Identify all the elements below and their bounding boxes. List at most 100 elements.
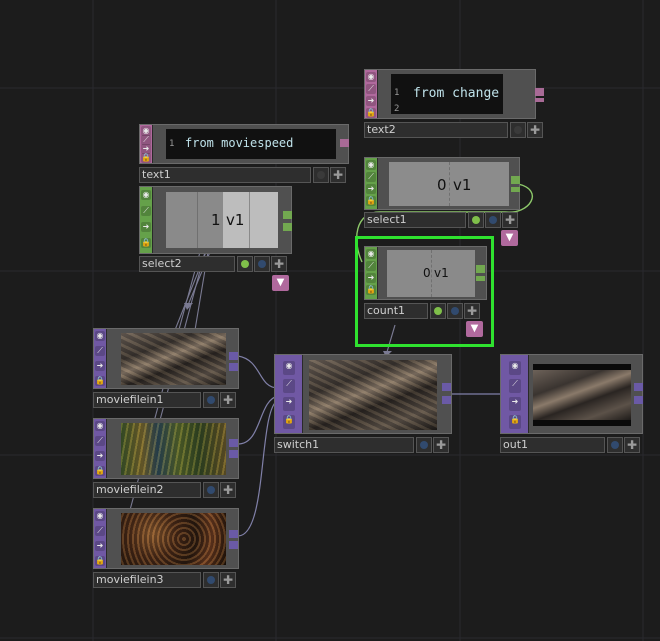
- select1-options-button[interactable]: ✚: [502, 212, 518, 228]
- viewer-flag-icon[interactable]: ◉: [509, 361, 521, 375]
- display-flag-icon[interactable]: ⟋: [366, 172, 376, 182]
- moviefilein1-name[interactable]: moviefilein1: [93, 392, 201, 408]
- out1-options-button[interactable]: ✚: [624, 437, 640, 453]
- lock-flag-icon[interactable]: 🔒: [366, 285, 376, 295]
- viewer-flag-icon[interactable]: ◉: [366, 160, 376, 170]
- export-flag-icon[interactable]: ➜: [95, 451, 105, 461]
- count1-output-connector[interactable]: [476, 265, 485, 273]
- select1-name[interactable]: select1: [364, 212, 466, 228]
- text1-output-connector[interactable]: [340, 139, 349, 147]
- switch1-output-connector[interactable]: [442, 383, 451, 391]
- out1-output-connector-2[interactable]: [634, 396, 643, 404]
- lock-flag-icon[interactable]: 🔒: [95, 466, 105, 476]
- export-flag-icon[interactable]: ➜: [366, 96, 376, 106]
- export-flag-icon[interactable]: ➜: [95, 361, 105, 371]
- moviefilein1-output-connector[interactable]: [229, 352, 238, 360]
- select1-bypass-button[interactable]: [485, 212, 501, 228]
- select2-output-connector-2[interactable]: [283, 223, 292, 231]
- lock-flag-icon[interactable]: 🔒: [509, 415, 521, 429]
- viewer-flag-icon[interactable]: ◉: [366, 249, 376, 259]
- switch1-name[interactable]: switch1: [274, 437, 414, 453]
- viewer-flag-icon[interactable]: ◉: [366, 72, 376, 82]
- moviefilein2-name[interactable]: moviefilein2: [93, 482, 201, 498]
- select1-output-connector-2[interactable]: [511, 187, 520, 192]
- moviefilein3-node[interactable]: ◉ ⟋ ➜ 🔒 moviefilein3 ✚: [93, 508, 239, 588]
- select2-options-button[interactable]: ✚: [271, 256, 287, 272]
- count1-export-arrow-icon[interactable]: ▼: [466, 321, 483, 337]
- moviefilein1-node[interactable]: ◉ ⟋ ➜ 🔒 moviefilein1 ✚: [93, 328, 239, 408]
- count1-active-toggle[interactable]: [430, 303, 446, 319]
- display-flag-icon[interactable]: ⟋: [366, 261, 376, 271]
- moviefilein1-output-connector-2[interactable]: [229, 363, 238, 371]
- text2-output-connector[interactable]: [535, 88, 544, 96]
- lock-flag-icon[interactable]: 🔒: [95, 376, 105, 386]
- viewer-flag-icon[interactable]: ◉: [95, 421, 105, 431]
- text2-bypass-button[interactable]: [510, 122, 526, 138]
- text1-bypass-button[interactable]: [313, 167, 329, 183]
- moviefilein2-output-connector[interactable]: [229, 439, 238, 447]
- display-flag-icon[interactable]: ⟋: [141, 206, 151, 216]
- text1-node[interactable]: ◉ ⟋ ➜ 🔒 1 from moviespeed text1 ✚: [139, 124, 351, 184]
- out1-node[interactable]: ◉ ⟋ ➜ 🔒 out1 ✚: [500, 354, 643, 453]
- moviefilein3-name[interactable]: moviefilein3: [93, 572, 201, 588]
- lock-flag-icon[interactable]: 🔒: [95, 556, 105, 566]
- moviefilein2-output-connector-2[interactable]: [229, 450, 238, 458]
- export-flag-icon[interactable]: ➜: [283, 397, 295, 411]
- switch1-bypass-button[interactable]: [416, 437, 432, 453]
- count1-bypass-button[interactable]: [447, 303, 463, 319]
- lock-flag-icon[interactable]: 🔒: [366, 108, 376, 118]
- display-flag-icon[interactable]: ⟋: [509, 379, 521, 393]
- display-flag-icon[interactable]: ⟋: [366, 84, 376, 94]
- select2-active-toggle[interactable]: [237, 256, 253, 272]
- lock-flag-icon[interactable]: 🔒: [283, 415, 295, 429]
- moviefilein1-options-button[interactable]: ✚: [220, 392, 236, 408]
- moviefilein3-options-button[interactable]: ✚: [220, 572, 236, 588]
- lock-flag-icon[interactable]: 🔒: [366, 196, 376, 206]
- lock-flag-icon[interactable]: 🔒: [141, 238, 151, 248]
- text2-name[interactable]: text2: [364, 122, 508, 138]
- display-flag-icon[interactable]: ⟋: [95, 436, 105, 446]
- switch1-options-button[interactable]: ✚: [433, 437, 449, 453]
- text2-node[interactable]: ◉ ⟋ ➜ 🔒 1 2 from change text2 ✚: [364, 69, 546, 138]
- display-flag-icon[interactable]: ⟋: [95, 346, 105, 356]
- display-flag-icon[interactable]: ⟋: [283, 379, 295, 393]
- export-flag-icon[interactable]: ➜: [366, 273, 376, 283]
- moviefilein3-bypass-button[interactable]: [203, 572, 219, 588]
- export-flag-icon[interactable]: ➜: [366, 184, 376, 194]
- switch1-output-connector-2[interactable]: [442, 396, 451, 404]
- out1-output-connector[interactable]: [634, 383, 643, 391]
- count1-node[interactable]: ◉ ⟋ ➜ 🔒 0 v1 count1 ✚ ▼: [364, 246, 489, 340]
- moviefilein3-output-connector-2[interactable]: [229, 541, 238, 549]
- out1-bypass-button[interactable]: [607, 437, 623, 453]
- select1-active-toggle[interactable]: [468, 212, 484, 228]
- count1-options-button[interactable]: ✚: [464, 303, 480, 319]
- viewer-flag-icon[interactable]: ◉: [283, 361, 295, 375]
- moviefilein1-bypass-button[interactable]: [203, 392, 219, 408]
- select1-export-arrow-icon[interactable]: ▼: [501, 230, 518, 246]
- viewer-flag-icon[interactable]: ◉: [95, 331, 105, 341]
- text1-options-button[interactable]: ✚: [330, 167, 346, 183]
- moviefilein2-options-button[interactable]: ✚: [220, 482, 236, 498]
- export-flag-icon[interactable]: ➜: [141, 222, 151, 232]
- text2-options-button[interactable]: ✚: [527, 122, 543, 138]
- text1-name[interactable]: text1: [139, 167, 311, 183]
- moviefilein2-node[interactable]: ◉ ⟋ ➜ 🔒 moviefilein2 ✚: [93, 418, 239, 498]
- export-flag-icon[interactable]: ➜: [509, 397, 521, 411]
- moviefilein2-bypass-button[interactable]: [203, 482, 219, 498]
- viewer-flag-icon[interactable]: ◉: [141, 190, 151, 200]
- count1-output-connector-2[interactable]: [476, 276, 485, 281]
- lock-flag-icon[interactable]: 🔒: [141, 153, 151, 163]
- export-flag-icon[interactable]: ➜: [95, 541, 105, 551]
- out1-name[interactable]: out1: [500, 437, 605, 453]
- text2-output-connector-2[interactable]: [535, 98, 544, 102]
- select2-export-arrow-icon[interactable]: ▼: [272, 275, 289, 291]
- select2-node[interactable]: ◉ ⟋ ➜ 🔒 1 v1 select2 ✚ ▼: [139, 186, 294, 292]
- select1-output-connector[interactable]: [511, 176, 520, 184]
- display-flag-icon[interactable]: ⟋: [95, 526, 105, 536]
- moviefilein3-output-connector[interactable]: [229, 530, 238, 538]
- select2-output-connector[interactable]: [283, 211, 292, 219]
- select2-bypass-button[interactable]: [254, 256, 270, 272]
- count1-name[interactable]: count1: [364, 303, 428, 319]
- select2-name[interactable]: select2: [139, 256, 235, 272]
- viewer-flag-icon[interactable]: ◉: [95, 511, 105, 521]
